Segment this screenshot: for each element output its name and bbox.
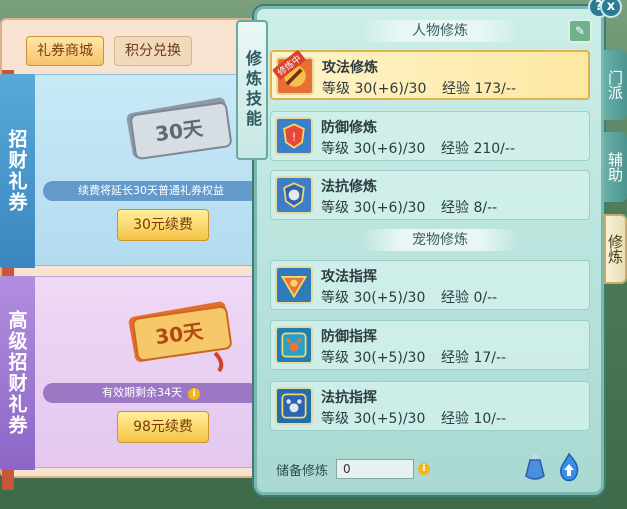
skill-level: 等级 30(+6)/30 [321,141,426,157]
section-pet-cultivation: 宠物修炼 [360,229,520,251]
skill-exp: 经验 210/-- [441,141,515,157]
upgrade-flame-icon[interactable] [556,452,582,482]
skill-name: 防御修炼 [321,120,377,136]
magic-resist-shield-icon [275,176,313,214]
skill-exp: 经验 17/-- [441,350,507,366]
skill-name: 防御指挥 [321,329,377,345]
skill-exp: 经验 173/-- [442,81,516,97]
renew-30-button[interactable]: 30元续费 [117,209,209,241]
skill-level: 等级 30(+6)/30 [321,200,426,216]
skill-row-magic-resist[interactable]: 法抗修炼 等级 30(+6)/30 经验 8/-- [270,170,590,220]
skill-row-defense[interactable]: ! 防御修炼 等级 30(+6)/30 经验 210/-- [270,111,590,161]
skill-row-attack-command[interactable]: 攻法指挥 等级 30(+5)/30 经验 0/-- [270,260,590,310]
skill-level: 等级 30(+5)/30 [321,350,426,366]
coupon-card-premium: 高级招财礼券 30天 有效期剩余34天 i 98元续费 [0,276,259,470]
tab-cultivation[interactable]: 修炼 [604,214,627,284]
storage-cultivation-label: 储备修炼 [276,464,329,479]
attack-command-icon [275,266,313,304]
renew-98-button[interactable]: 98元续费 [117,411,209,443]
skill-name: 攻法指挥 [321,269,377,285]
potion-bottle-icon[interactable] [522,452,548,482]
silver-ticket-icon: 30天 [126,97,232,160]
tab-sect[interactable]: 门派 [604,50,627,120]
tab-assist[interactable]: 辅助 [604,132,627,202]
svg-text:!: ! [292,130,296,143]
card-info-text: 续费将延长30天普通礼券权益 [43,181,259,201]
skill-level: 等级 30(+5)/30 [321,290,426,306]
tab-coupon-mall[interactable]: 礼券商城 [26,36,104,66]
paw-defense-icon [275,326,313,364]
skill-name: 法抗修炼 [321,179,377,195]
skill-name: 攻法修炼 [322,60,378,76]
skill-exp: 经验 10/-- [441,411,507,427]
skill-row-attack-magic[interactable]: 修炼中 攻法修炼 等级 30(+6)/30 经验 173/-- [270,49,590,100]
skill-level: 等级 30(+6)/30 [322,81,427,97]
skill-exp: 经验 8/-- [441,200,498,216]
skill-row-defense-command[interactable]: 防御指挥 等级 30(+5)/30 经验 17/-- [270,320,590,370]
storage-cultivation-field: 0 [336,459,414,479]
skill-level: 等级 30(+5)/30 [321,411,426,427]
info-icon[interactable]: i [188,388,200,400]
storage-info-icon[interactable]: i [418,463,430,475]
gold-ticket-icon: 30天 [128,301,232,373]
card-side-label: 高级招财礼券 [0,276,35,470]
paw-resist-icon [275,387,313,425]
skill-row-magic-resist-command[interactable]: 法抗指挥 等级 30(+5)/30 经验 10/-- [270,381,590,431]
defense-shield-icon: ! [275,117,313,155]
skill-exp: 经验 0/-- [441,290,498,306]
cultivation-skill-title: 修炼技能 [236,20,268,160]
card-info-text: 有效期剩余34天 i [43,383,259,403]
tab-points-exchange[interactable]: 积分兑换 [114,36,192,66]
skill-name: 法抗指挥 [321,390,377,406]
coupon-card-standard: 招财礼券 30天 续费将延长30天普通礼券权益 30元续费 [0,74,259,268]
section-person-cultivation: 人物修炼 [360,20,520,42]
card-side-label: 招财礼券 [0,74,35,268]
notebook-icon[interactable]: ✎ [568,19,592,43]
